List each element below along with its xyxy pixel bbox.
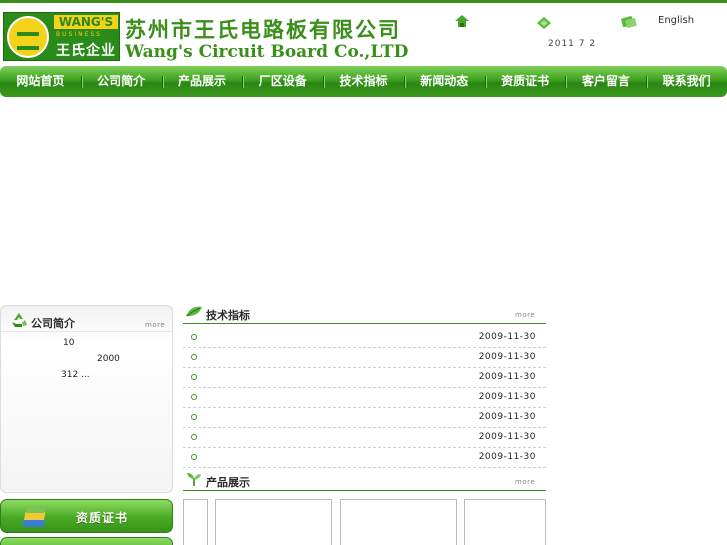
about-text-line: 312 ... — [61, 370, 90, 380]
favorite-icon[interactable] — [536, 16, 552, 30]
nav-item-equipment[interactable]: 厂区设备 — [242, 66, 323, 97]
list-item[interactable]: 2009-11-30 — [183, 448, 546, 468]
books-icon — [23, 506, 46, 527]
item-date: 2009-11-30 — [478, 392, 536, 402]
nav-item-products[interactable]: 产品展示 — [161, 66, 243, 97]
item-date: 2009-11-30 — [478, 412, 536, 422]
tech-more-link[interactable]: more — [515, 311, 535, 319]
bullet-icon — [191, 354, 197, 360]
nav-item-about[interactable]: 公司简介 — [80, 66, 162, 97]
tech-section-header: 技术指标 more — [183, 304, 546, 324]
left-nav-button[interactable] — [0, 537, 173, 545]
product-thumbnail[interactable] — [340, 499, 457, 545]
bullet-icon — [191, 394, 197, 400]
home-icon[interactable] — [454, 14, 470, 28]
about-text-line: 2000 — [97, 354, 120, 364]
tech-list: 2009-11-30 2009-11-30 2009-11-30 2009-11… — [183, 328, 546, 468]
certificates-button[interactable]: 资质证书 — [0, 499, 173, 533]
list-item[interactable]: 2009-11-30 — [183, 408, 546, 428]
logo-cn-name: 王氏企业 — [56, 43, 116, 59]
nav-item-news[interactable]: 新闻动态 — [403, 66, 485, 97]
item-date: 2009-11-30 — [478, 332, 536, 342]
about-title: 公司简介 — [31, 317, 75, 330]
item-date: 2009-11-30 — [478, 432, 536, 442]
main-nav: 网站首页 公司简介 产品展示 厂区设备 技术指标 新闻动态 资质证书 客户留言 … — [0, 66, 727, 97]
language-icon[interactable] — [621, 15, 637, 29]
current-date: 2011 7 2 — [548, 39, 597, 49]
products-title: 产品展示 — [206, 476, 250, 489]
nav-item-certificates[interactable]: 资质证书 — [484, 66, 566, 97]
about-more-link[interactable]: more — [145, 321, 165, 329]
products-more-link[interactable]: more — [515, 478, 535, 486]
list-item[interactable]: 2009-11-30 — [183, 328, 546, 348]
list-item[interactable]: 2009-11-30 — [183, 368, 546, 388]
item-date: 2009-11-30 — [478, 452, 536, 462]
nav-item-contact[interactable]: 联系我们 — [646, 66, 727, 97]
item-date: 2009-11-30 — [478, 372, 536, 382]
logo-business-text: BUSINESS — [56, 31, 102, 38]
product-thumbnail[interactable] — [215, 499, 332, 545]
leaf-icon — [186, 306, 202, 317]
list-item[interactable]: 2009-11-30 — [183, 428, 546, 448]
nav-item-guestbook[interactable]: 客户留言 — [565, 66, 646, 97]
bullet-icon — [191, 454, 197, 460]
plant-icon — [187, 473, 201, 486]
item-date: 2009-11-30 — [478, 352, 536, 362]
about-panel-header: 公司简介 more — [1, 306, 172, 332]
products-section-header: 产品展示 more — [183, 471, 546, 491]
product-thumbnail[interactable] — [464, 499, 546, 545]
about-text-line: 10 — [63, 338, 75, 348]
nav-item-tech[interactable]: 技术指标 — [323, 66, 404, 97]
company-name-en: Wang's Circuit Board Co.,LTD — [125, 42, 409, 62]
bullet-icon — [191, 374, 197, 380]
recycle-icon — [12, 313, 27, 327]
nav-item-home[interactable]: 网站首页 — [0, 66, 81, 97]
top-accent-line — [0, 0, 727, 3]
list-item[interactable]: 2009-11-30 — [183, 388, 546, 408]
product-thumbnail[interactable] — [183, 499, 208, 545]
about-panel: 公司简介 more 10 2000 312 ... — [0, 305, 173, 493]
bullet-icon — [191, 334, 197, 340]
company-name-cn: 苏州市王氏电路板有限公司 — [125, 17, 401, 42]
list-item[interactable]: 2009-11-30 — [183, 348, 546, 368]
english-link[interactable]: English — [658, 15, 694, 26]
logo-emblem-icon — [7, 16, 49, 58]
logo-wordmark: WANG'S — [54, 15, 118, 29]
bullet-icon — [191, 434, 197, 440]
company-logo[interactable]: WANG'S BUSINESS 王氏企业 — [3, 12, 120, 61]
tech-title: 技术指标 — [206, 309, 250, 322]
bullet-icon — [191, 414, 197, 420]
certificates-button-label: 资质证书 — [76, 511, 129, 525]
